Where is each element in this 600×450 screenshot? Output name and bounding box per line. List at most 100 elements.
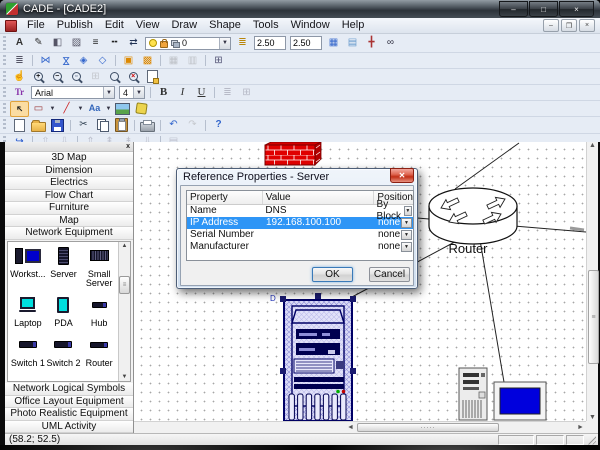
- mdi-restore-button[interactable]: ❐: [561, 19, 577, 32]
- cut-button[interactable]: ✂: [74, 117, 93, 133]
- firewall-shape[interactable]: [265, 142, 321, 165]
- resize-grip[interactable]: [586, 435, 596, 445]
- connector-midpoint[interactable]: [570, 228, 584, 230]
- new-button[interactable]: [10, 117, 29, 133]
- scroll-down-icon[interactable]: ▼: [587, 414, 598, 421]
- font-name-dropdown-icon[interactable]: ▼: [103, 87, 114, 98]
- category-photo-realistic-equipment[interactable]: Photo Realistic Equipment: [5, 408, 133, 421]
- property-row-manufacturer[interactable]: Manufacturernone▼: [187, 241, 413, 253]
- category-dimension[interactable]: Dimension: [5, 165, 133, 178]
- send-to-back-button[interactable]: ▩: [138, 53, 157, 69]
- maximize-button[interactable]: □: [529, 1, 558, 17]
- zoom-cancel-button[interactable]: ×: [124, 69, 143, 85]
- cancel-button[interactable]: Cancel: [369, 267, 410, 282]
- canvas-horizontal-scrollbar[interactable]: ◄ ►: [345, 422, 586, 433]
- polygon-tool-button[interactable]: [132, 101, 151, 117]
- scroll-right-icon[interactable]: ►: [575, 422, 586, 433]
- open-button[interactable]: [29, 117, 48, 133]
- layer-combo[interactable]: 0▼: [145, 37, 231, 50]
- palette-scroll-down-icon[interactable]: ▼: [122, 373, 128, 381]
- save-button[interactable]: [48, 117, 67, 133]
- menu-tools[interactable]: Tools: [247, 18, 285, 33]
- palette-item-switch1[interactable]: Switch 1: [10, 334, 46, 368]
- connector-line[interactable]: [479, 234, 505, 388]
- title-bar[interactable]: CADE - [CADE2] –□×: [0, 0, 600, 18]
- pan-button[interactable]: ☝: [10, 69, 29, 85]
- layers-button[interactable]: ≣: [233, 35, 252, 51]
- select-button[interactable]: ➔: [10, 101, 29, 117]
- palette-item-bridge[interactable]: Bridge: [81, 374, 117, 383]
- toolbar-grip[interactable]: [3, 71, 6, 83]
- layer-combo-dropdown-icon[interactable]: ▼: [219, 38, 230, 49]
- palette-item-small-server[interactable]: Small Server: [81, 245, 117, 288]
- text-tool-menu-icon[interactable]: ▼: [104, 102, 113, 116]
- palette-item-gateway[interactable]: Gateway: [46, 374, 82, 383]
- category-network-equipment[interactable]: Network Equipment: [5, 227, 133, 240]
- toolbar-grip[interactable]: [3, 119, 6, 131]
- column-header-value[interactable]: Value: [263, 191, 375, 204]
- router-shape[interactable]: [429, 188, 517, 244]
- horizontal-scroll-thumb[interactable]: [357, 423, 499, 432]
- menu-help[interactable]: Help: [336, 18, 371, 33]
- menu-draw[interactable]: Draw: [165, 18, 203, 33]
- canvas-vertical-scrollbar[interactable]: ▲ ≡ ▼: [586, 142, 598, 421]
- properties-button[interactable]: ⊞: [209, 53, 228, 69]
- fill-color-button[interactable]: ◧: [48, 35, 67, 51]
- paste-button[interactable]: [112, 117, 131, 133]
- zoom-in-button[interactable]: +: [29, 69, 48, 85]
- hatch-button[interactable]: ▨: [67, 35, 86, 51]
- palette-item-modem[interactable]: Modem: [10, 374, 46, 383]
- mdi-close-button[interactable]: ×: [579, 19, 595, 32]
- vertical-scroll-thumb[interactable]: ≡: [588, 270, 599, 364]
- palette-item-hub[interactable]: Hub: [81, 294, 117, 328]
- drawing-canvas[interactable]: Router: [134, 142, 598, 433]
- bring-to-front-button[interactable]: ▣: [119, 53, 138, 69]
- selection-handle[interactable]: [315, 293, 321, 299]
- font-name-combo[interactable]: Arial▼: [31, 86, 115, 99]
- pencil-button[interactable]: ✎: [29, 35, 48, 51]
- property-row-ip-address[interactable]: IP Address192.168.100.100none▼: [187, 217, 413, 229]
- rectangle-tool-button[interactable]: ▭: [29, 101, 48, 117]
- scroll-up-icon[interactable]: ▲: [587, 142, 598, 149]
- move-origin-button[interactable]: ╋: [362, 35, 381, 51]
- underline-button[interactable]: U: [192, 85, 211, 101]
- minimize-button[interactable]: –: [499, 1, 528, 17]
- category-uml-activity[interactable]: UML Activity: [5, 421, 133, 434]
- selection-handle[interactable]: [350, 368, 356, 374]
- palette-item-switch2[interactable]: Switch 2: [46, 334, 82, 368]
- text-align-button[interactable]: ≣: [218, 85, 237, 101]
- export-view-button[interactable]: [143, 69, 162, 85]
- position-dropdown-button[interactable]: ▼: [401, 218, 412, 228]
- flip-vertical-button[interactable]: ⋈: [55, 53, 74, 69]
- toolbar-grip[interactable]: [3, 103, 6, 115]
- property-row-serial-number[interactable]: Serial Numbernone▼: [187, 229, 413, 241]
- palette-item-server[interactable]: Server: [46, 245, 82, 288]
- category-electrics[interactable]: Electrics: [5, 177, 133, 190]
- show-grid-button[interactable]: ▦: [324, 35, 343, 51]
- category-3d-map[interactable]: 3D Map: [5, 152, 133, 165]
- category-network-logical-symbols[interactable]: Network Logical Symbols: [5, 383, 133, 396]
- line-tool-menu-icon[interactable]: ▼: [76, 102, 85, 116]
- palette-scroll-thumb[interactable]: ≡: [119, 276, 130, 294]
- menu-publish[interactable]: Publish: [51, 18, 99, 33]
- redo-button[interactable]: ↷: [183, 117, 202, 133]
- font-color-button[interactable]: A: [10, 35, 29, 51]
- text-properties-button[interactable]: ⊞: [237, 85, 256, 101]
- zoom-out-button[interactable]: −: [48, 69, 67, 85]
- dialog-title-bar[interactable]: Reference Properties - Server ✕: [180, 169, 414, 185]
- align-button[interactable]: ≣: [10, 53, 29, 69]
- position-dropdown-button[interactable]: ▼: [401, 230, 412, 240]
- toolbar-grip[interactable]: [3, 87, 6, 99]
- zoom-page-button[interactable]: ▫: [67, 69, 86, 85]
- properties-table[interactable]: PropertyValuePosition NameDNSBy Block▼IP…: [186, 190, 414, 261]
- toolbar-grip[interactable]: [3, 55, 6, 67]
- font-size-dropdown-icon[interactable]: ▼: [133, 87, 144, 98]
- rotate-right-button[interactable]: ◇: [93, 53, 112, 69]
- line-style-button[interactable]: ╍: [105, 35, 124, 51]
- category-map[interactable]: Map: [5, 215, 133, 228]
- palette-item-pda[interactable]: PDA: [46, 294, 82, 328]
- selection-handle[interactable]: [350, 296, 356, 302]
- menu-file[interactable]: File: [21, 18, 51, 33]
- arrow-style-button[interactable]: ⇄: [124, 35, 143, 51]
- menu-edit[interactable]: Edit: [99, 18, 130, 33]
